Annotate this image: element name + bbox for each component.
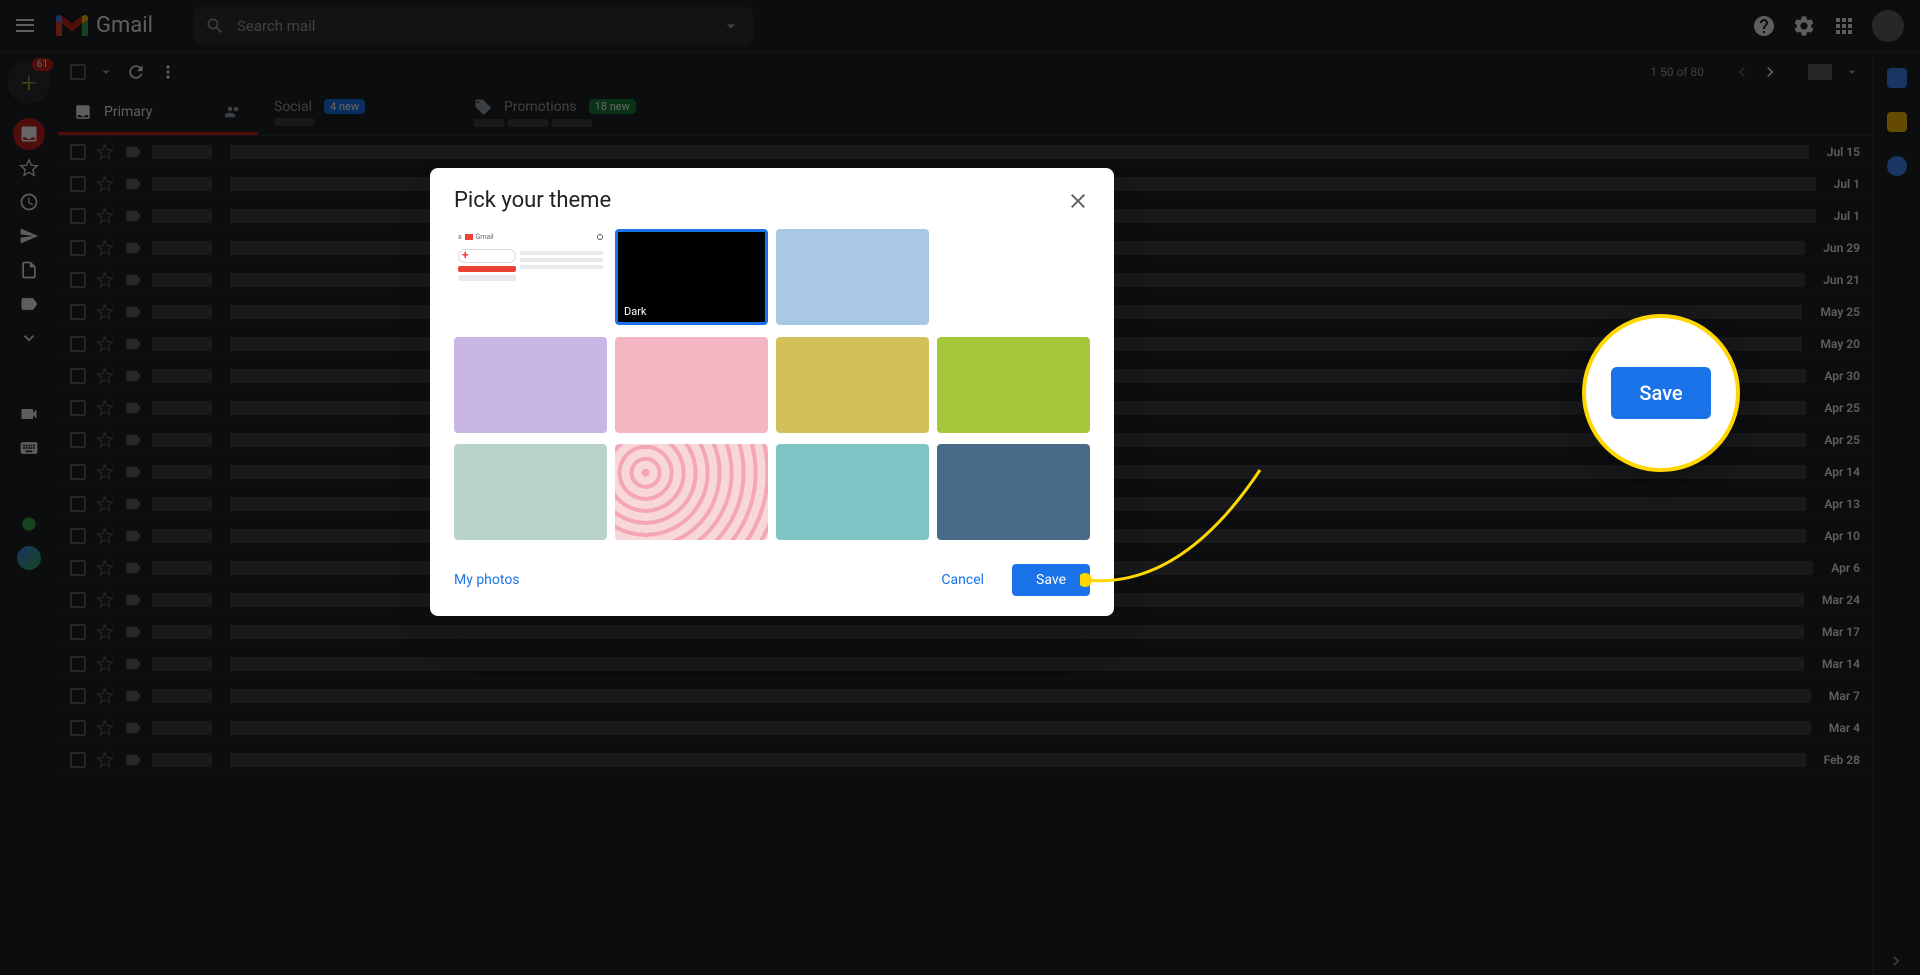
theme-tile[interactable]	[776, 444, 929, 540]
theme-tile[interactable]	[937, 229, 1090, 325]
theme-tile[interactable]	[615, 337, 768, 433]
theme-tile[interactable]: Dark	[615, 229, 768, 325]
theme-grid: ≡Gmail Dark	[454, 221, 1090, 552]
theme-tile[interactable]	[454, 444, 607, 540]
save-button[interactable]: Save	[1012, 564, 1090, 596]
theme-tile[interactable]	[776, 229, 929, 325]
my-photos-link[interactable]: My photos	[454, 572, 520, 588]
theme-tile[interactable]: ≡Gmail	[454, 229, 607, 325]
theme-tile[interactable]	[937, 337, 1090, 433]
close-icon[interactable]	[1066, 189, 1090, 213]
theme-tile[interactable]	[615, 444, 768, 540]
theme-modal: Pick your theme ≡Gmail Dark My photos Ca…	[430, 168, 1114, 616]
theme-tile[interactable]	[776, 337, 929, 433]
theme-label: Dark	[624, 305, 647, 318]
theme-tile[interactable]	[454, 337, 607, 433]
theme-tile[interactable]	[937, 444, 1090, 540]
modal-title: Pick your theme	[454, 188, 611, 213]
cancel-button[interactable]: Cancel	[921, 564, 1004, 596]
